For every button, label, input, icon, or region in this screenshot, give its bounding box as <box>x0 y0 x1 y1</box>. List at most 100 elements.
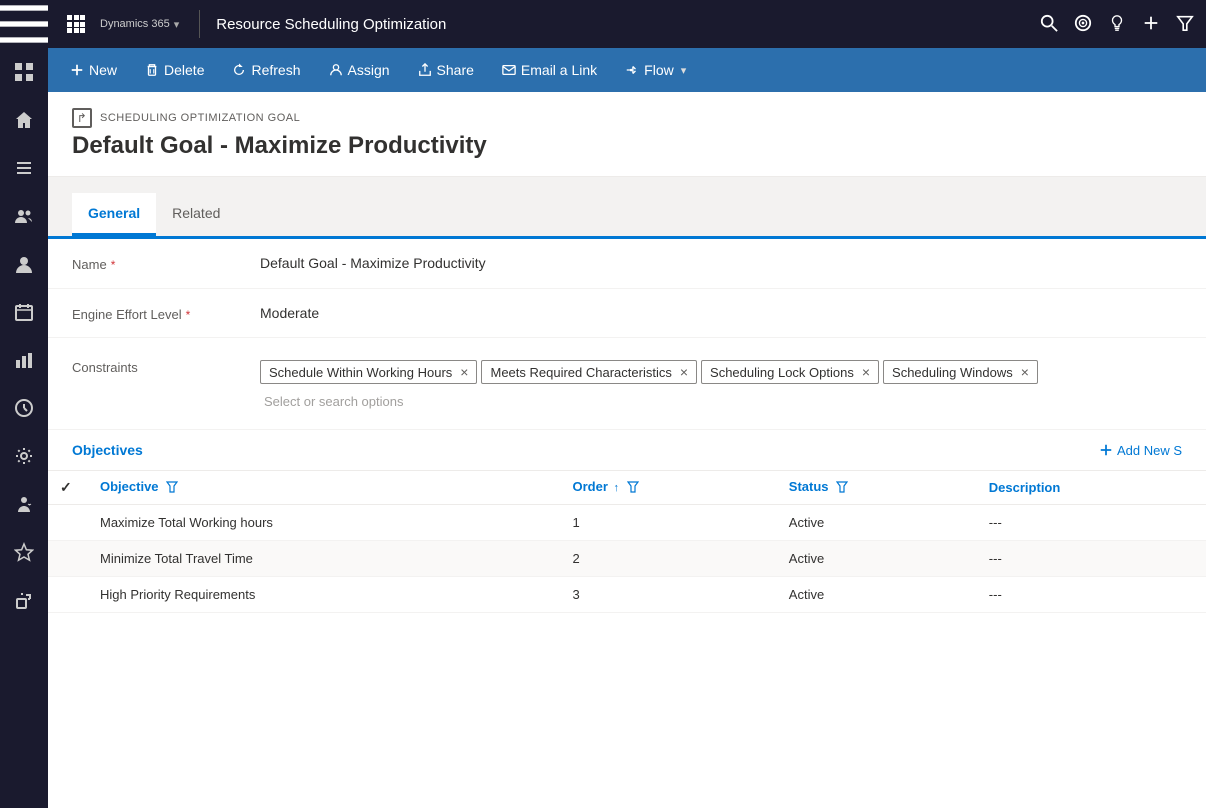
top-bar: Dynamics 365 ▾ Resource Scheduling Optim… <box>48 0 1206 48</box>
tag-remove-schedule-within-working-hours[interactable]: × <box>460 364 468 380</box>
constraints-field-row: Constraints Schedule Within Working Hour… <box>48 338 1206 430</box>
assign-button[interactable]: Assign <box>315 48 404 92</box>
table-row[interactable]: High Priority Requirements 3 Active --- <box>48 577 1206 613</box>
row-status: Active <box>777 505 977 541</box>
status-column-header[interactable]: Status <box>777 471 977 505</box>
record-name: Default Goal - Maximize Productivity <box>72 132 1182 160</box>
row-checkbox[interactable] <box>48 505 88 541</box>
email-link-button[interactable]: Email a Link <box>488 48 611 92</box>
tag-remove-scheduling-windows[interactable]: × <box>1021 364 1029 380</box>
objectives-title: Objectives <box>72 442 143 458</box>
name-value[interactable]: Default Goal - Maximize Productivity <box>252 249 1182 278</box>
header-spacer <box>48 177 1206 193</box>
engine-effort-label: Engine Effort Level * <box>72 299 252 322</box>
row-description: --- <box>977 577 1206 613</box>
dynamics-label[interactable]: Dynamics 365 ▾ <box>100 18 179 31</box>
nav-icon-gear[interactable] <box>0 432 48 480</box>
tabs-area: General Related <box>48 193 1206 236</box>
nav-icon-person[interactable] <box>0 240 48 288</box>
tag-label: Scheduling Lock Options <box>710 365 854 380</box>
nav-icon-plugin[interactable] <box>0 576 48 624</box>
table-row[interactable]: Maximize Total Working hours 1 Active --… <box>48 505 1206 541</box>
status-filter-icon[interactable] <box>836 481 848 496</box>
nav-icon-calendar[interactable] <box>0 288 48 336</box>
constraints-search-placeholder[interactable]: Select or search options <box>260 390 1174 413</box>
nav-icon-clock[interactable] <box>0 384 48 432</box>
row-order: 1 <box>560 505 776 541</box>
order-filter-icon[interactable] <box>627 481 639 496</box>
row-checkbox[interactable] <box>48 577 88 613</box>
main-area: Dynamics 365 ▾ Resource Scheduling Optim… <box>48 0 1206 808</box>
app-chevron: ▾ <box>174 18 180 31</box>
search-icon[interactable] <box>1040 14 1058 35</box>
add-new-button[interactable]: Add New S <box>1099 443 1182 458</box>
new-button[interactable]: New <box>56 48 131 92</box>
objectives-tbody: Maximize Total Working hours 1 Active --… <box>48 505 1206 613</box>
nav-icon-chart[interactable] <box>0 336 48 384</box>
select-all-checkbox[interactable]: ✓ <box>60 479 72 495</box>
table-row[interactable]: Minimize Total Travel Time 2 Active --- <box>48 541 1206 577</box>
form-section: Name * Default Goal - Maximize Productiv… <box>48 236 1206 808</box>
table-header-row: ✓ Objective Order ↑ <box>48 471 1206 505</box>
row-objective: Maximize Total Working hours <box>88 505 560 541</box>
row-status: Active <box>777 577 977 613</box>
lightbulb-icon[interactable] <box>1108 14 1126 35</box>
flow-button-label: Flow <box>644 62 674 78</box>
target-icon[interactable] <box>1074 14 1092 35</box>
nav-icon-home[interactable] <box>0 96 48 144</box>
nav-icon-people-group[interactable] <box>0 192 48 240</box>
row-objective: Minimize Total Travel Time <box>88 541 560 577</box>
delete-button[interactable]: Delete <box>131 48 218 92</box>
engine-effort-required: * <box>186 308 191 322</box>
top-right-actions <box>1040 14 1194 35</box>
filter-icon[interactable] <box>1176 14 1194 35</box>
tag-scheduling-windows: Scheduling Windows × <box>883 360 1038 384</box>
hamburger-menu[interactable] <box>0 0 48 48</box>
tag-label: Schedule Within Working Hours <box>269 365 452 380</box>
engine-effort-value[interactable]: Moderate <box>252 299 1182 327</box>
row-description: --- <box>977 505 1206 541</box>
tag-label: Scheduling Windows <box>892 365 1013 380</box>
add-new-label: Add New S <box>1117 443 1182 458</box>
share-button[interactable]: Share <box>404 48 488 92</box>
page-title: Resource Scheduling Optimization <box>216 16 446 33</box>
record-header: SCHEDULING OPTIMIZATION GOAL Default Goa… <box>48 92 1206 177</box>
row-checkbox[interactable] <box>48 541 88 577</box>
tag-remove-scheduling-lock-options[interactable]: × <box>862 364 870 380</box>
plus-icon[interactable] <box>1142 14 1160 35</box>
row-description: --- <box>977 541 1206 577</box>
tag-scheduling-lock-options: Scheduling Lock Options × <box>701 360 879 384</box>
name-label: Name * <box>72 249 252 272</box>
row-status: Active <box>777 541 977 577</box>
row-objective: High Priority Requirements <box>88 577 560 613</box>
objective-filter-icon[interactable] <box>166 481 178 496</box>
objectives-header: Objectives Add New S <box>48 430 1206 471</box>
top-bar-divider <box>199 10 200 38</box>
delete-button-label: Delete <box>164 62 204 78</box>
refresh-button[interactable]: Refresh <box>218 48 314 92</box>
name-field-row: Name * Default Goal - Maximize Productiv… <box>48 239 1206 289</box>
tabs: General Related <box>72 193 1182 236</box>
description-column-header[interactable]: Description <box>977 471 1206 505</box>
nav-icon-star[interactable] <box>0 528 48 576</box>
objective-column-header[interactable]: Objective <box>88 471 560 505</box>
tag-remove-meets-required-characteristics[interactable]: × <box>680 364 688 380</box>
constraints-label: Constraints <box>72 348 252 375</box>
share-button-label: Share <box>437 62 474 78</box>
email-link-button-label: Email a Link <box>521 62 597 78</box>
engine-effort-field-row: Engine Effort Level * Moderate <box>48 289 1206 338</box>
left-navigation <box>0 0 48 808</box>
record-type-icon <box>72 108 92 128</box>
assign-button-label: Assign <box>348 62 390 78</box>
nav-icon-grid[interactable] <box>0 48 48 96</box>
nav-icon-list[interactable] <box>0 144 48 192</box>
row-order: 3 <box>560 577 776 613</box>
flow-button[interactable]: Flow ▾ <box>611 48 700 92</box>
order-column-header[interactable]: Order ↑ <box>560 471 776 505</box>
order-sort-icon: ↑ <box>614 482 620 494</box>
tab-general[interactable]: General <box>72 193 156 236</box>
app-launcher-button[interactable] <box>60 8 92 40</box>
tab-related[interactable]: Related <box>156 193 236 236</box>
nav-icon-admin[interactable] <box>0 480 48 528</box>
row-order: 2 <box>560 541 776 577</box>
